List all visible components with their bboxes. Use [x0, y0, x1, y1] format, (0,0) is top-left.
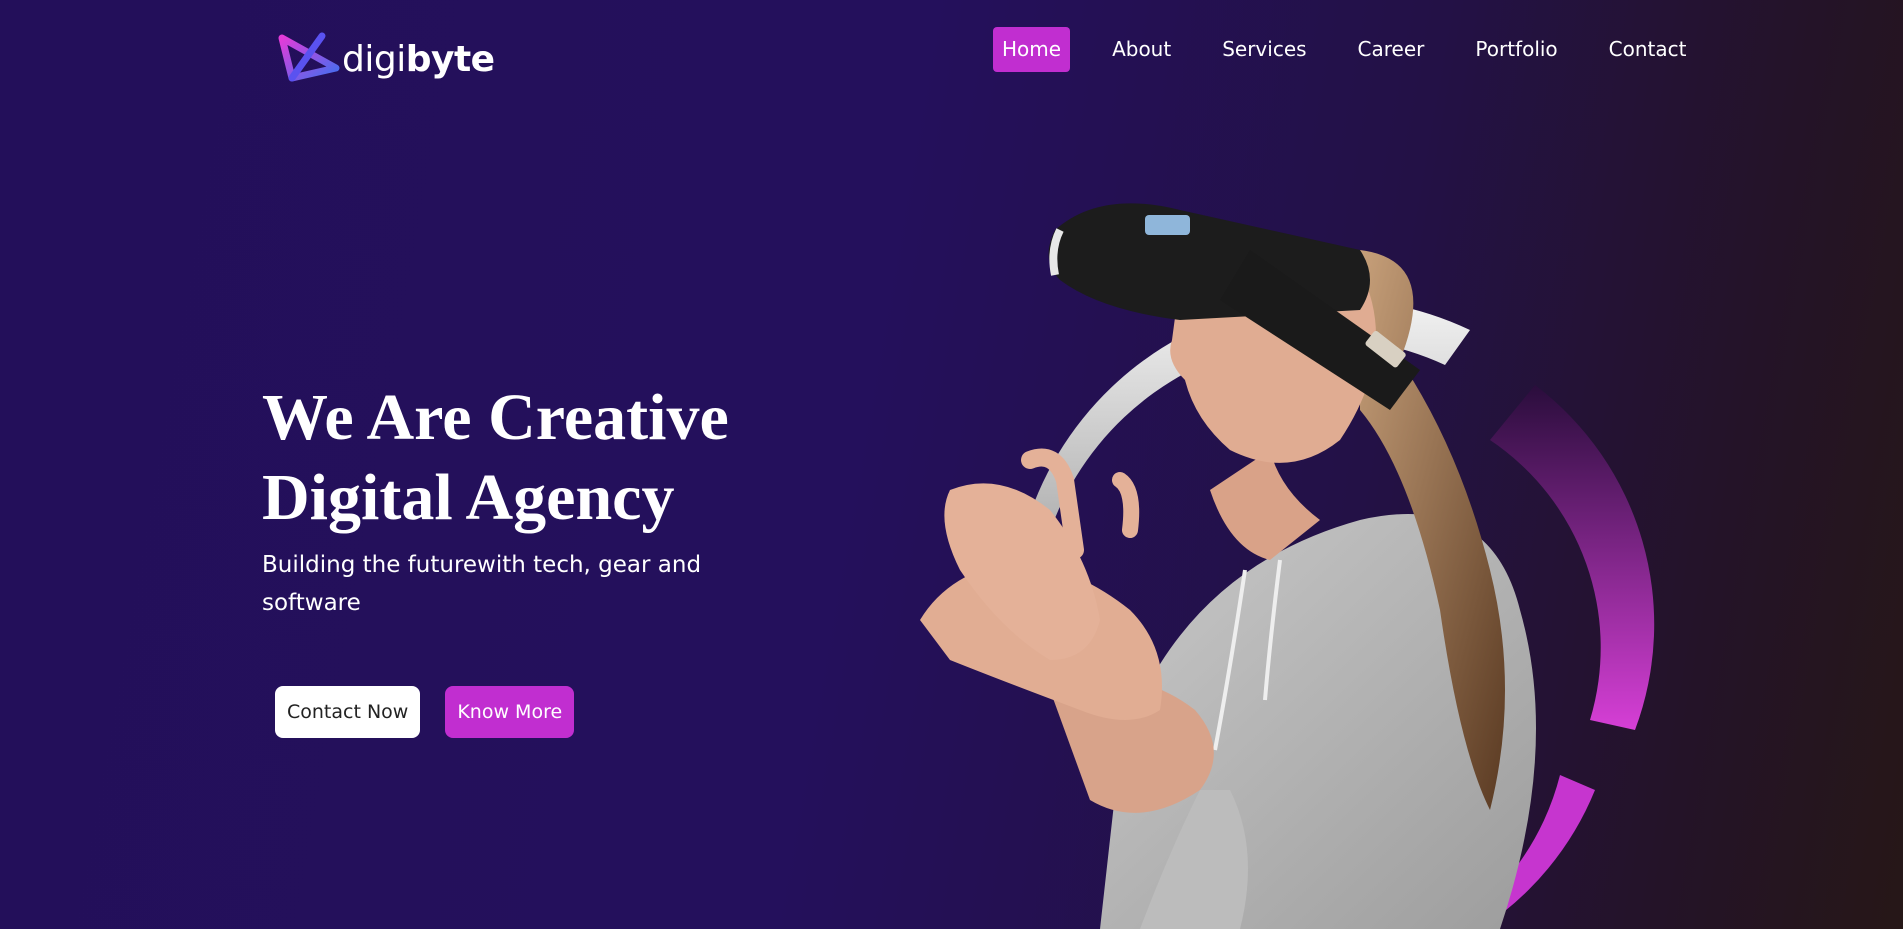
digibyte-logo-icon — [278, 30, 342, 91]
woman-wearing-vr-headset — [920, 203, 1655, 929]
nav-item-services[interactable]: Services — [1213, 27, 1315, 72]
main-nav: Home About Services Career Portfolio Con… — [993, 27, 1695, 72]
contact-now-button[interactable]: Contact Now — [275, 686, 421, 738]
nav-item-contact[interactable]: Contact — [1600, 27, 1696, 72]
hero-buttons: Contact Now Know More — [275, 686, 575, 738]
hero-title-line2: Digital Agency — [262, 461, 675, 534]
brand-name-bold: byte — [405, 39, 495, 80]
hero-title: We Are Creative Digital Agency — [262, 378, 822, 538]
nav-item-about[interactable]: About — [1103, 27, 1180, 72]
nav-item-career[interactable]: Career — [1349, 27, 1434, 72]
hero-image — [800, 190, 1700, 929]
brand-logo[interactable]: digibyte — [278, 32, 495, 88]
know-more-button[interactable]: Know More — [445, 686, 575, 738]
nav-item-home[interactable]: Home — [993, 27, 1071, 72]
hero-subtitle: Building the futurewith tech, gear and s… — [262, 552, 702, 616]
hero-title-line1: We Are Creative — [262, 381, 729, 454]
hero-section: We Are Creative Digital Agency Building … — [262, 378, 822, 622]
brand-name-light: digi — [342, 39, 406, 80]
nav-item-portfolio[interactable]: Portfolio — [1466, 27, 1566, 72]
brand-name: digibyte — [342, 42, 495, 78]
